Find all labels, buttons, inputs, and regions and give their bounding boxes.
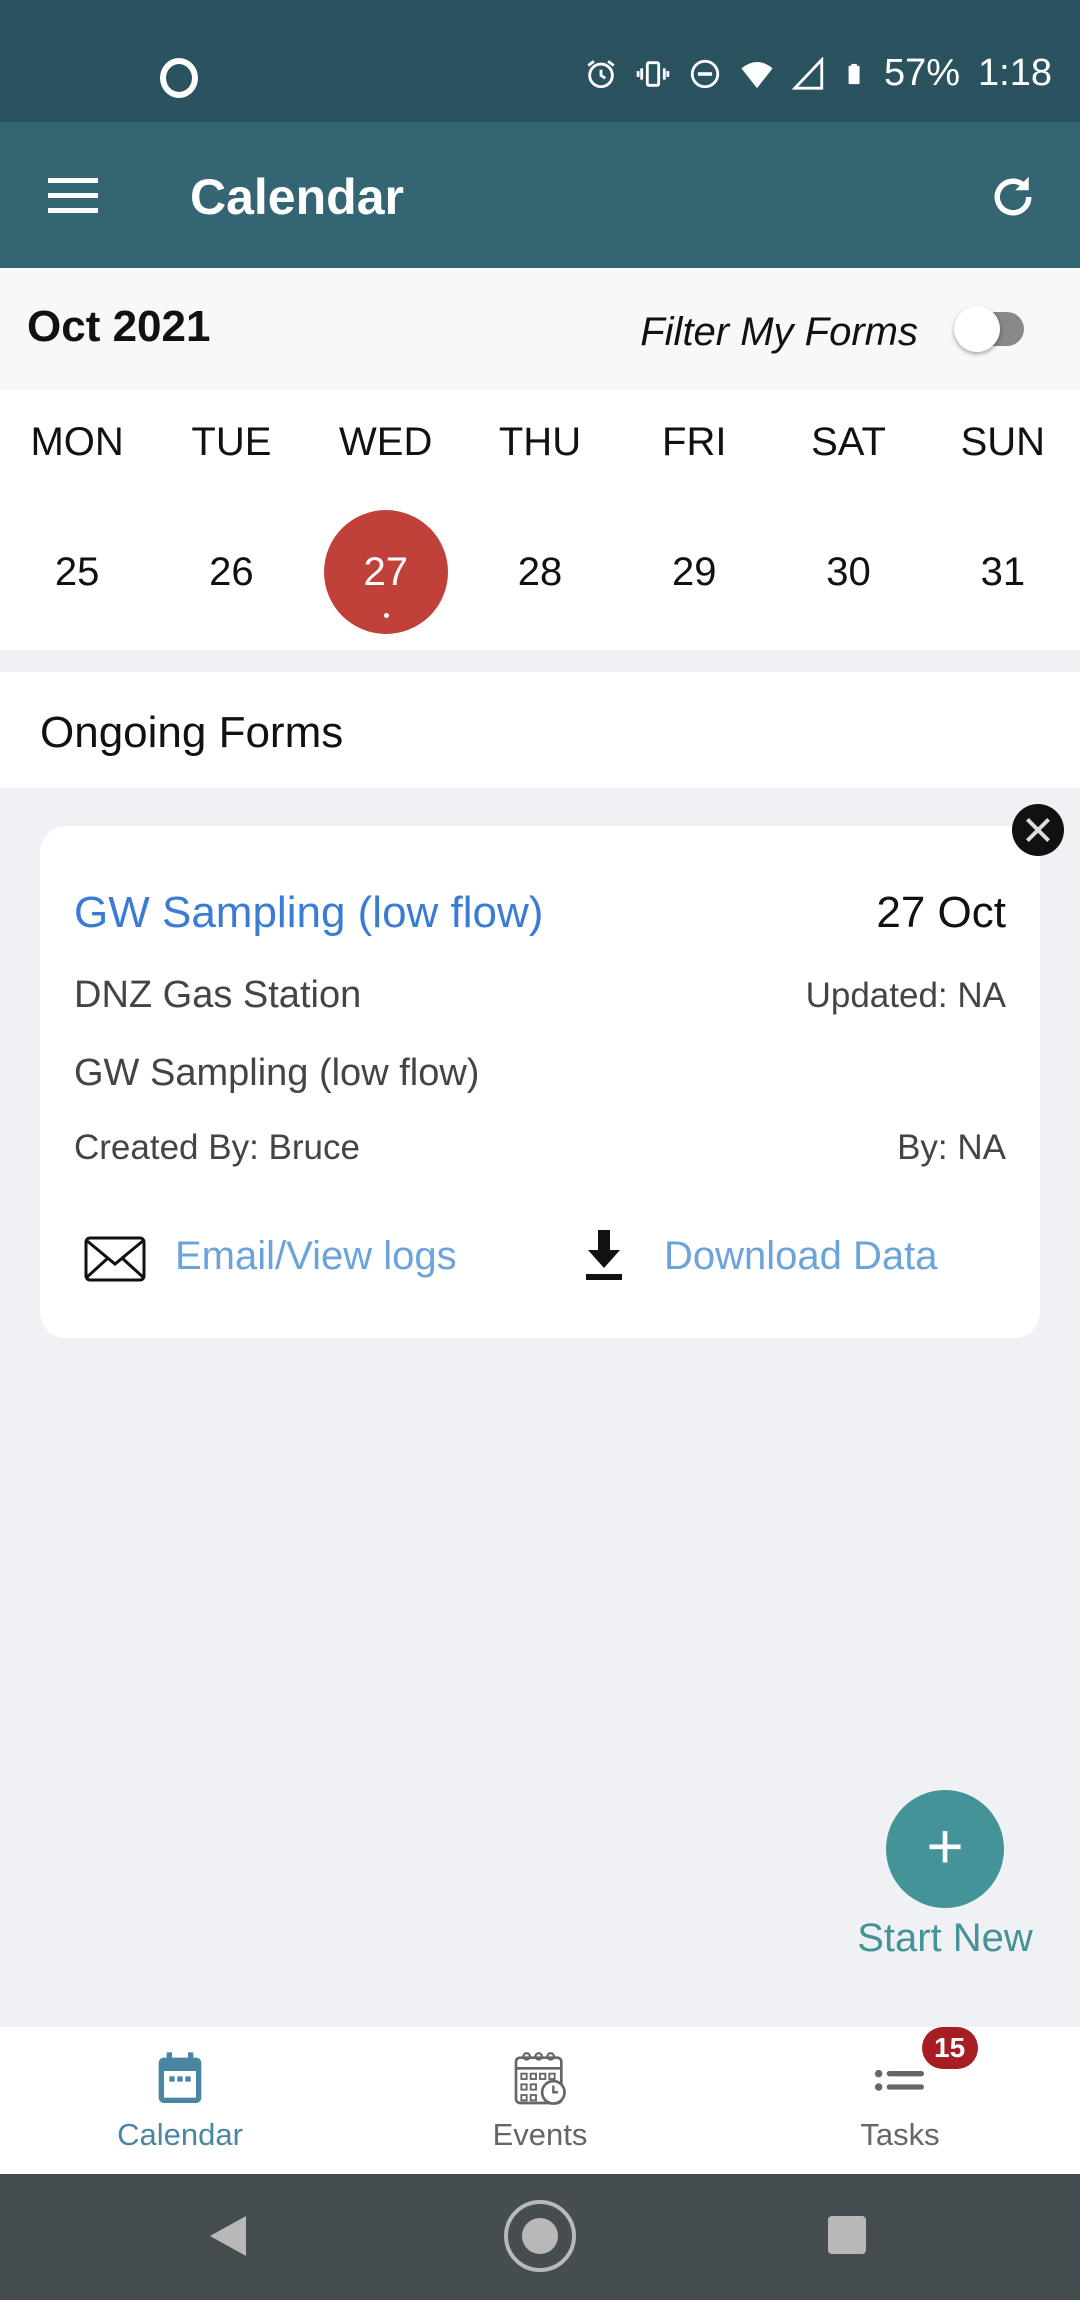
week-strip: MON TUE WED THU FRI SAT SUN 25 26 27 28 …: [0, 390, 1080, 650]
recents-icon[interactable]: [828, 2216, 866, 2254]
events-calendar-clock-icon: [514, 2052, 566, 2105]
email-view-logs-link[interactable]: Email/View logs: [175, 1234, 457, 1279]
nav-tasks[interactable]: 15 Tasks: [720, 2027, 1080, 2174]
app-bar: Calendar: [0, 122, 1080, 268]
day-cell[interactable]: 28: [463, 510, 617, 634]
day-cell[interactable]: 25: [0, 510, 154, 634]
bottom-navigation: Calendar Events 15 Tasks: [0, 2027, 1080, 2174]
system-navigation-bar: [0, 2174, 1080, 2300]
day-cell-selected[interactable]: 27: [309, 510, 463, 634]
weekday-label: MON: [30, 420, 124, 464]
tasks-badge: 15: [921, 2027, 978, 2069]
filter-my-forms-label: Filter My Forms: [640, 310, 918, 354]
section-title: Ongoing Forms: [40, 708, 344, 757]
weekday-label: SUN: [960, 420, 1046, 464]
day-cell[interactable]: 26: [154, 510, 308, 634]
event-dot: [383, 613, 389, 618]
weekday-label: SAT: [811, 420, 886, 464]
nav-label: Events: [492, 2117, 588, 2152]
clock: 1:18: [978, 52, 1052, 94]
wifi-icon: [741, 61, 773, 88]
hamburger-menu-icon[interactable]: [48, 178, 98, 214]
vibrate-icon: [636, 60, 670, 87]
back-icon[interactable]: [210, 2216, 246, 2256]
month-label: Oct 2021: [27, 302, 211, 351]
form-title[interactable]: GW Sampling (low flow): [74, 888, 543, 938]
calendar-icon: [158, 2052, 202, 2103]
form-date: 27 Oct: [876, 888, 1006, 937]
ongoing-forms-header: Ongoing Forms: [0, 672, 1080, 788]
plus-icon: +: [926, 1810, 964, 1882]
alarm-icon: [587, 59, 615, 88]
day-cell[interactable]: 29: [617, 510, 771, 634]
battery-percent: 57%: [883, 52, 961, 94]
weekday-header: MON TUE WED THU FRI SAT SUN: [0, 420, 1080, 465]
form-updated: Updated: NA: [805, 976, 1006, 1015]
weekday-label: THU: [498, 420, 582, 464]
weekday-label: TUE: [191, 420, 272, 464]
day-cell[interactable]: 30: [771, 510, 925, 634]
dnd-icon: [690, 59, 720, 88]
status-icons: 57% 1:18: [584, 52, 1052, 95]
form-created-by: Created By: Bruce: [74, 1128, 360, 1167]
email-icon[interactable]: [84, 1236, 146, 1282]
nav-label: Calendar: [117, 2117, 243, 2152]
weekday-label: WED: [339, 420, 433, 464]
home-icon[interactable]: [504, 2200, 576, 2272]
nav-events[interactable]: Events: [360, 2027, 720, 2174]
form-by: By: NA: [897, 1128, 1006, 1167]
status-bar: 57% 1:18: [0, 0, 1080, 122]
form-type: GW Sampling (low flow): [74, 1052, 480, 1094]
page-title: Calendar: [190, 169, 404, 225]
filter-my-forms-toggle[interactable]: [954, 306, 1024, 352]
download-icon[interactable]: [584, 1230, 624, 1282]
start-new-label[interactable]: Start New: [850, 1916, 1040, 1961]
start-new-button[interactable]: +: [886, 1790, 1004, 1908]
day-row: 25 26 27 28 29 30 31: [0, 510, 1080, 634]
download-data-link[interactable]: Download Data: [664, 1234, 938, 1279]
tasks-list-icon: [874, 2069, 924, 2091]
battery-icon: [848, 63, 860, 84]
form-card[interactable]: GW Sampling (low flow) 27 Oct DNZ Gas St…: [40, 826, 1040, 1338]
notification-app-icon: [160, 58, 198, 98]
weekday-label: FRI: [662, 420, 727, 464]
signal-icon: [791, 56, 824, 90]
day-cell[interactable]: 31: [926, 510, 1080, 634]
close-form-icon[interactable]: [1012, 804, 1064, 856]
refresh-icon[interactable]: [986, 170, 1040, 224]
month-header: Oct 2021 Filter My Forms: [0, 268, 1080, 390]
form-site: DNZ Gas Station: [74, 974, 362, 1016]
nav-calendar[interactable]: Calendar: [0, 2027, 360, 2174]
nav-label: Tasks: [860, 2117, 940, 2152]
